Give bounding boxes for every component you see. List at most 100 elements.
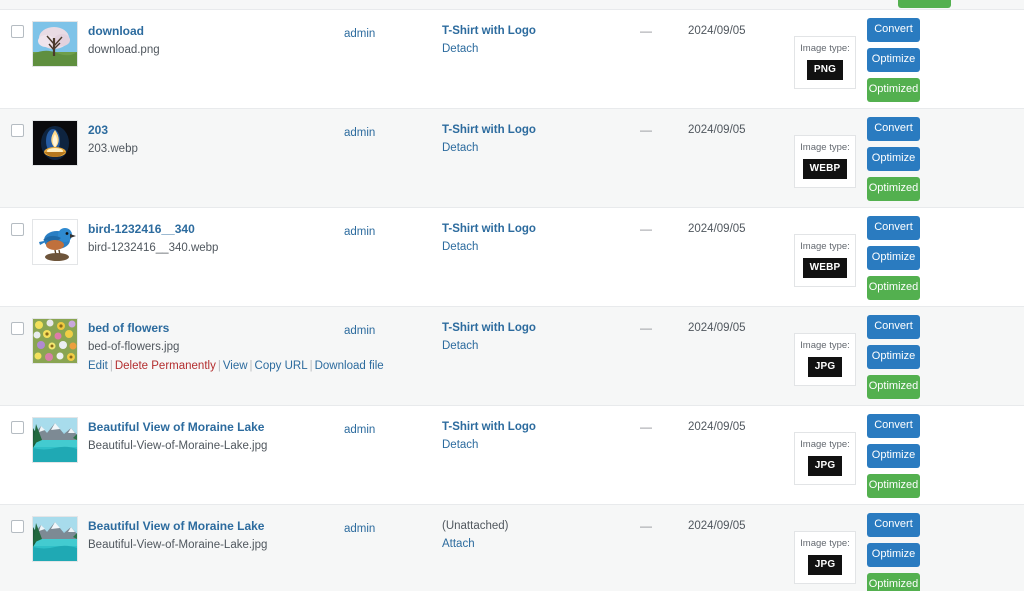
cell-image-type: Image type: JPG: [792, 306, 864, 406]
author-link[interactable]: admin: [344, 325, 375, 337]
author-link[interactable]: admin: [344, 424, 375, 436]
attach-link[interactable]: Attach: [442, 537, 610, 552]
action-edit-link[interactable]: Edit: [88, 360, 108, 372]
author-link[interactable]: admin: [344, 127, 375, 139]
image-type-label: Image type:: [800, 43, 850, 54]
image-type-label: Image type:: [800, 538, 850, 549]
detach-link[interactable]: Detach: [442, 438, 610, 453]
image-type-box: Image type: JPG: [794, 531, 856, 584]
optimize-button[interactable]: Optimize: [867, 48, 920, 72]
parent-post-link[interactable]: T-Shirt with Logo: [442, 420, 610, 435]
cell-image-type: Image type: JPG: [792, 504, 864, 591]
action-separator: |: [309, 360, 313, 372]
convert-button[interactable]: Convert: [867, 216, 920, 240]
optimized-button[interactable]: Optimized: [867, 78, 920, 102]
image-type-box: Image type: JPG: [794, 333, 856, 386]
optimize-button[interactable]: Optimize: [867, 345, 920, 369]
media-title-link[interactable]: 203: [88, 123, 340, 138]
cell-thumbnail: [30, 9, 82, 109]
cell-comments: —: [610, 207, 682, 307]
author-link[interactable]: admin: [344, 226, 375, 238]
media-items-table: download download.png admin T-Shirt with Lo…: [0, 9, 1024, 591]
cell-actions: Convert Optimize Optimized: [864, 504, 1024, 591]
table-row: Beautiful View of Moraine Lake Beautiful-…: [0, 405, 1024, 505]
media-title-link[interactable]: Beautiful View of Moraine Lake: [88, 420, 340, 435]
cell-thumbnail: [30, 306, 82, 406]
media-items-body: download download.png admin T-Shirt with Lo…: [0, 9, 1024, 591]
thumbnail-lake[interactable]: [32, 417, 78, 463]
author-link[interactable]: admin: [344, 523, 375, 535]
thumbnail-flowers[interactable]: [32, 318, 78, 364]
row-checkbox[interactable]: [11, 421, 24, 434]
table-row: bird-1232416__340 bird-1232416__340.webp a…: [0, 207, 1024, 307]
cell-actions: Convert Optimize Optimized: [864, 405, 1024, 505]
cell-select: [0, 207, 30, 307]
image-type-badge: PNG: [806, 60, 844, 80]
row-checkbox[interactable]: [11, 322, 24, 335]
optimize-button[interactable]: Optimize: [867, 444, 920, 468]
image-type-box: Image type: WEBP: [794, 135, 856, 188]
parent-post-link[interactable]: T-Shirt with Logo: [442, 222, 610, 237]
detach-link[interactable]: Detach: [442, 240, 610, 255]
cell-title: bed of flowers bed-of-flowers.jpg Edit | Del…: [82, 306, 384, 406]
action-view-link[interactable]: View: [223, 360, 248, 372]
cell-title: Beautiful View of Moraine Lake Beautiful-…: [82, 405, 340, 505]
detach-link[interactable]: Detach: [442, 141, 610, 156]
action-copy-url-link[interactable]: Copy URL: [255, 360, 308, 372]
cell-date: 2024/09/05: [682, 504, 792, 591]
comment-count: —: [640, 222, 652, 236]
cell-image-type: Image type: PNG: [792, 9, 864, 109]
partial-top-row: [0, 0, 1024, 9]
convert-button[interactable]: Convert: [867, 315, 920, 339]
thumbnail-tree-blossom[interactable]: [32, 21, 78, 67]
action-delete-link[interactable]: Delete Permanently: [115, 360, 216, 372]
media-filename: download.png: [88, 44, 160, 56]
cell-comments: —: [610, 9, 682, 109]
detach-link[interactable]: Detach: [442, 42, 610, 57]
media-title-link[interactable]: Beautiful View of Moraine Lake: [88, 519, 340, 534]
optimize-button[interactable]: Optimize: [867, 246, 920, 270]
optimized-button[interactable]: Optimized: [867, 177, 920, 201]
cell-image-type: Image type: WEBP: [792, 108, 864, 208]
cell-select: [0, 9, 30, 109]
optimized-button[interactable]: Optimized: [867, 375, 920, 399]
comment-count: —: [640, 519, 652, 533]
convert-button[interactable]: Convert: [867, 513, 920, 537]
detach-link[interactable]: Detach: [442, 339, 610, 354]
parent-post-link[interactable]: T-Shirt with Logo: [442, 321, 610, 336]
cell-author: admin: [340, 108, 440, 208]
row-actions: Edit | Delete Permanently | View | Copy URL | Do…: [88, 359, 384, 374]
convert-button[interactable]: Convert: [867, 414, 920, 438]
optimized-button[interactable]: Optimized: [867, 276, 920, 300]
media-title-link[interactable]: bird-1232416__340: [88, 222, 340, 237]
optimized-button-partial[interactable]: [898, 0, 951, 8]
thumbnail-diya-lamp[interactable]: [32, 120, 78, 166]
image-type-label: Image type:: [800, 241, 850, 252]
thumbnail-lake[interactable]: [32, 516, 78, 562]
image-type-label: Image type:: [800, 340, 850, 351]
author-link[interactable]: admin: [344, 28, 375, 40]
comment-count: —: [640, 24, 652, 38]
row-checkbox[interactable]: [11, 25, 24, 38]
row-checkbox[interactable]: [11, 520, 24, 533]
convert-button[interactable]: Convert: [867, 18, 920, 42]
optimize-button[interactable]: Optimize: [867, 147, 920, 171]
media-filename: bird-1232416__340.webp: [88, 242, 219, 254]
comment-count: —: [640, 123, 652, 137]
cell-title: bird-1232416__340 bird-1232416__340.webp: [82, 207, 340, 307]
cell-select: [0, 504, 30, 591]
upload-date: 2024/09/05: [688, 25, 746, 37]
convert-button[interactable]: Convert: [867, 117, 920, 141]
media-title-link[interactable]: bed of flowers: [88, 321, 340, 336]
thumbnail-bluebird[interactable]: [32, 219, 78, 265]
row-checkbox[interactable]: [11, 223, 24, 236]
cell-author: admin: [340, 306, 440, 406]
optimized-button[interactable]: Optimized: [867, 573, 920, 591]
optimized-button[interactable]: Optimized: [867, 474, 920, 498]
parent-post-link[interactable]: T-Shirt with Logo: [442, 123, 610, 138]
row-checkbox[interactable]: [11, 124, 24, 137]
parent-post-link[interactable]: T-Shirt with Logo: [442, 24, 610, 39]
cell-actions: Convert Optimize Optimized: [864, 9, 1024, 109]
media-title-link[interactable]: download: [88, 24, 340, 39]
optimize-button[interactable]: Optimize: [867, 543, 920, 567]
